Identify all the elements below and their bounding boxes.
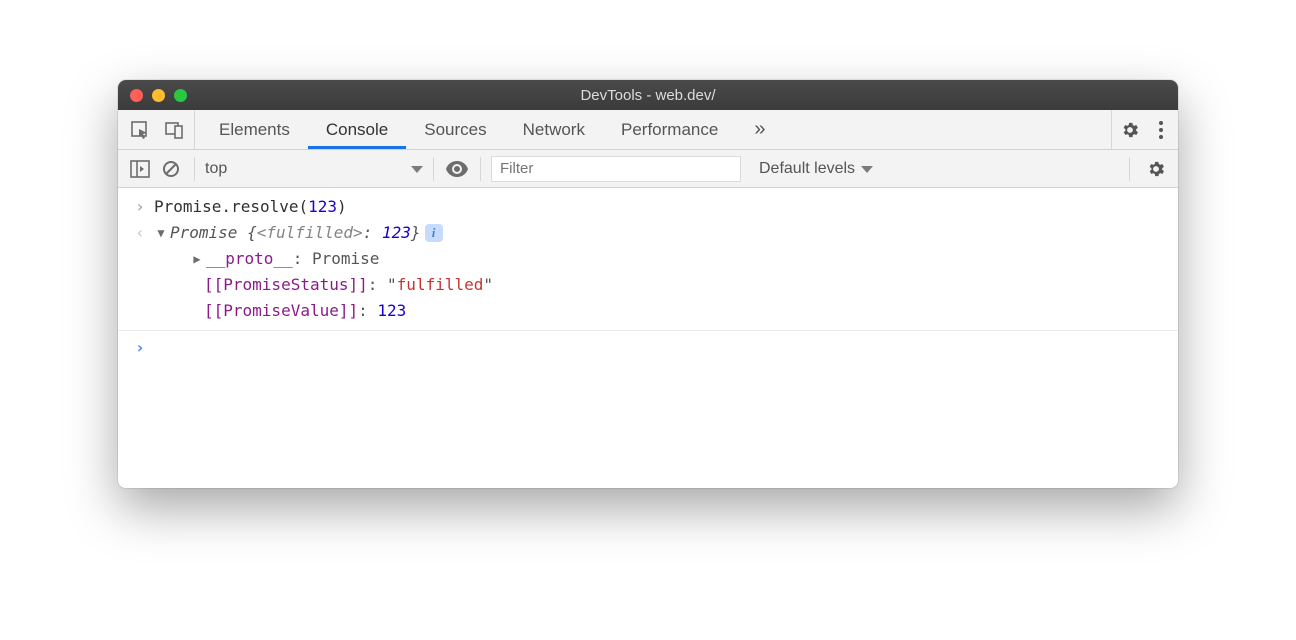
expand-toggle-icon[interactable]: ▼ — [154, 220, 168, 246]
maximize-button[interactable] — [174, 89, 187, 102]
tab-network[interactable]: Network — [505, 110, 603, 149]
chevron-down-icon — [861, 160, 873, 178]
live-expression-icon[interactable] — [438, 161, 476, 177]
tab-elements[interactable]: Elements — [201, 110, 308, 149]
titlebar: DevTools - web.dev/ — [118, 80, 1178, 110]
promise-status-row: [[PromiseStatus]]: "fulfilled" — [118, 272, 1178, 298]
console-result-row: ‹ ▼Promise {<fulfilled>: 123}i — [118, 220, 1178, 246]
log-levels-selector[interactable]: Default levels — [759, 160, 873, 178]
minimize-button[interactable] — [152, 89, 165, 102]
context-label: top — [205, 160, 227, 178]
chevron-down-icon — [411, 160, 423, 178]
traffic-lights — [130, 89, 187, 102]
clear-console-icon[interactable] — [162, 160, 180, 178]
close-button[interactable] — [130, 89, 143, 102]
console-input-row: › Promise.resolve(123) — [118, 194, 1178, 220]
info-icon[interactable]: i — [425, 224, 443, 242]
more-tabs-button[interactable]: » — [736, 110, 783, 149]
output-indicator-icon: ‹ — [126, 220, 154, 246]
console-input-expression[interactable]: Promise.resolve(123) — [154, 194, 347, 220]
divider — [118, 330, 1178, 331]
devtools-window: DevTools - web.dev/ Elements Console Sou… — [118, 80, 1178, 488]
settings-icon[interactable] — [1120, 120, 1140, 140]
window-title: DevTools - web.dev/ — [118, 87, 1178, 104]
tab-console[interactable]: Console — [308, 110, 406, 149]
tab-sources[interactable]: Sources — [406, 110, 504, 149]
input-indicator-icon: › — [126, 194, 154, 220]
log-levels-label: Default levels — [759, 160, 855, 178]
proto-row[interactable]: ▶__proto__: Promise — [118, 246, 1178, 272]
sidebar-toggle-icon[interactable] — [130, 160, 150, 178]
prompt-indicator-icon: › — [126, 335, 154, 361]
console-toolbar: top Default levels — [118, 150, 1178, 188]
inspect-element-icon[interactable] — [130, 120, 150, 140]
panel-tabs: Elements Console Sources Network Perform… — [195, 110, 1111, 149]
filter-input[interactable] — [491, 156, 741, 182]
console-result[interactable]: ▼Promise {<fulfilled>: 123}i — [154, 220, 443, 246]
kebab-menu-icon[interactable] — [1158, 120, 1164, 140]
console-output: › Promise.resolve(123) ‹ ▼Promise {<fulf… — [118, 188, 1178, 488]
main-toolbar: Elements Console Sources Network Perform… — [118, 110, 1178, 150]
console-prompt-row[interactable]: › — [118, 335, 1178, 361]
console-settings-icon[interactable] — [1134, 159, 1178, 179]
promise-value-row: [[PromiseValue]]: 123 — [118, 298, 1178, 324]
tab-performance[interactable]: Performance — [603, 110, 736, 149]
context-selector[interactable]: top — [199, 160, 429, 178]
device-toolbar-icon[interactable] — [164, 120, 184, 140]
expand-toggle-icon[interactable]: ▶ — [190, 246, 204, 272]
